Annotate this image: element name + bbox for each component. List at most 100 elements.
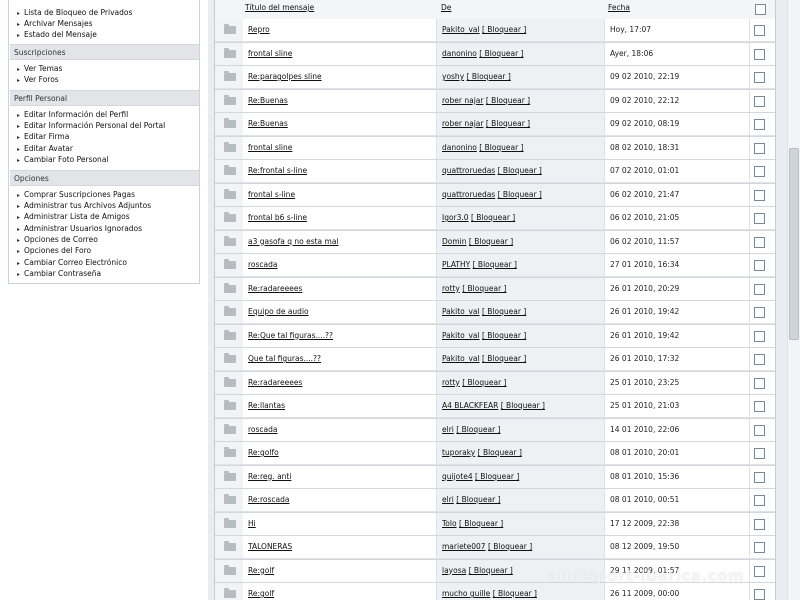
sender-link[interactable]: layosa xyxy=(442,566,466,575)
message-subject-link[interactable]: Re:golf xyxy=(248,566,274,575)
block-sender-link[interactable]: [ Bloquear ] xyxy=(498,166,542,175)
message-subject-link[interactable]: TALONERAS xyxy=(248,542,292,551)
sender-link[interactable]: elri xyxy=(442,425,454,434)
sender-link[interactable]: elri xyxy=(442,495,454,504)
menu-item-change-password[interactable]: ▸ Cambiar Contraseña xyxy=(17,268,101,279)
column-header-subject[interactable]: Título del mensaje xyxy=(245,3,314,12)
message-subject-link[interactable]: Re:golfo xyxy=(248,448,279,457)
block-sender-link[interactable]: [ Bloquear ] xyxy=(482,25,526,34)
select-all-checkbox[interactable] xyxy=(755,4,766,15)
sender-link[interactable]: Domin xyxy=(442,237,467,246)
message-subject-link[interactable]: a3 gasofa q no esta mal xyxy=(248,237,339,246)
message-checkbox[interactable] xyxy=(754,142,765,154)
message-checkbox[interactable] xyxy=(754,471,765,483)
sender-link[interactable]: quijote4 xyxy=(442,472,473,481)
message-checkbox[interactable] xyxy=(754,189,765,201)
sender-link[interactable]: rober najar xyxy=(442,119,483,128)
message-subject-link[interactable]: Hi xyxy=(248,519,256,528)
sender-link[interactable]: danonino xyxy=(442,49,477,58)
message-checkbox[interactable] xyxy=(754,589,765,600)
message-subject-link[interactable]: frontal s-line xyxy=(248,190,295,199)
block-sender-link[interactable]: [ Bloquear ] xyxy=(471,213,515,222)
message-subject-link[interactable]: Equipo de audio xyxy=(248,307,309,316)
message-subject-link[interactable]: Re:llantas xyxy=(248,401,285,410)
block-sender-link[interactable]: [ Bloquear ] xyxy=(488,542,532,551)
block-sender-link[interactable]: [ Bloquear ] xyxy=(462,378,506,387)
sender-link[interactable]: quattroruedas xyxy=(442,166,495,175)
menu-item-edit-signature[interactable]: ▸ Editar Firma xyxy=(17,131,69,142)
message-subject-link[interactable]: Re:reg. anti xyxy=(248,472,291,481)
menu-item-edit-profile[interactable]: ▸ Editar Información del Perfil xyxy=(17,109,128,120)
menu-item-view-forums[interactable]: ▸ Ver Foros xyxy=(17,74,59,85)
message-checkbox[interactable] xyxy=(754,330,765,342)
message-subject-link[interactable]: Re:radareeees xyxy=(248,284,302,293)
message-checkbox[interactable] xyxy=(754,354,765,365)
block-sender-link[interactable]: [ Bloquear ] xyxy=(467,72,511,81)
message-checkbox[interactable] xyxy=(754,307,765,318)
menu-item-edit-portal-info[interactable]: ▸ Editar Información Personal del Portal xyxy=(17,120,165,131)
menu-item-change-email[interactable]: ▸ Cambiar Correo Electrónico xyxy=(17,257,127,268)
block-sender-link[interactable]: [ Bloquear ] xyxy=(478,448,522,457)
menu-item-ignored-users[interactable]: ▸ Administrar Usuarios Ignorados xyxy=(17,223,142,234)
sender-link[interactable]: Pakito_val xyxy=(442,354,480,363)
page-scrollbar[interactable] xyxy=(787,0,800,600)
message-subject-link[interactable]: Re:Buenas xyxy=(248,119,288,128)
block-sender-link[interactable]: [ Bloquear ] xyxy=(482,354,526,363)
menu-item-edit-avatar[interactable]: ▸ Editar Avatar xyxy=(17,143,73,154)
block-sender-link[interactable]: [ Bloquear ] xyxy=(473,260,517,269)
block-sender-link[interactable]: [ Bloquear ] xyxy=(456,495,500,504)
block-sender-link[interactable]: [ Bloquear ] xyxy=(498,190,542,199)
block-sender-link[interactable]: [ Bloquear ] xyxy=(482,331,526,340)
message-checkbox[interactable] xyxy=(754,213,765,224)
message-checkbox[interactable] xyxy=(754,236,765,248)
block-sender-link[interactable]: [ Bloquear ] xyxy=(486,96,530,105)
message-subject-link[interactable]: Re:paragolpes sline xyxy=(248,72,322,81)
message-checkbox[interactable] xyxy=(754,166,765,177)
sender-link[interactable]: Tolo xyxy=(442,519,457,528)
sender-link[interactable]: tuporaky xyxy=(442,448,475,457)
sender-link[interactable]: Pakito_val xyxy=(442,25,480,34)
message-subject-link[interactable]: Re:Que tal figuras....?? xyxy=(248,331,333,340)
message-subject-link[interactable]: Re:golf xyxy=(248,589,274,598)
menu-item-archive[interactable]: ▸ Archivar Mensajes xyxy=(17,18,92,29)
message-checkbox[interactable] xyxy=(754,401,765,412)
menu-item-block-list[interactable]: ▸ Lista de Bloqueo de Privados xyxy=(17,7,132,18)
menu-item-message-status[interactable]: ▸ Estado del Mensaje xyxy=(17,29,97,40)
message-subject-link[interactable]: frontal b6 s-line xyxy=(248,213,307,222)
message-subject-link[interactable]: Que tal figuras....?? xyxy=(248,354,321,363)
sender-link[interactable]: PLATHY xyxy=(442,260,470,269)
sender-link[interactable]: danonino xyxy=(442,143,477,152)
block-sender-link[interactable]: [ Bloquear ] xyxy=(459,519,503,528)
sender-link[interactable]: yoshy xyxy=(442,72,464,81)
block-sender-link[interactable]: [ Bloquear ] xyxy=(462,284,506,293)
block-sender-link[interactable]: [ Bloquear ] xyxy=(479,49,523,58)
message-checkbox[interactable] xyxy=(754,72,765,83)
message-checkbox[interactable] xyxy=(754,48,765,60)
block-sender-link[interactable]: [ Bloquear ] xyxy=(475,472,519,481)
block-sender-link[interactable]: [ Bloquear ] xyxy=(469,566,513,575)
message-checkbox[interactable] xyxy=(754,377,765,389)
menu-item-attachments[interactable]: ▸ Administrar tus Archivos Adjuntos xyxy=(17,200,151,211)
message-checkbox[interactable] xyxy=(754,283,765,295)
block-sender-link[interactable]: [ Bloquear ] xyxy=(482,307,526,316)
message-checkbox[interactable] xyxy=(754,424,765,436)
block-sender-link[interactable]: [ Bloquear ] xyxy=(486,119,530,128)
block-sender-link[interactable]: [ Bloquear ] xyxy=(501,401,545,410)
sender-link[interactable]: Igor3.0 xyxy=(442,213,469,222)
message-subject-link[interactable]: Re:frontal s-line xyxy=(248,166,307,175)
block-sender-link[interactable]: [ Bloquear ] xyxy=(493,589,537,598)
message-checkbox[interactable] xyxy=(754,260,765,271)
message-checkbox[interactable] xyxy=(754,95,765,107)
message-subject-link[interactable]: roscada xyxy=(248,425,278,434)
message-checkbox[interactable] xyxy=(754,448,765,459)
menu-item-friends[interactable]: ▸ Administrar Lista de Amigos xyxy=(17,211,130,222)
message-subject-link[interactable]: roscada xyxy=(248,260,278,269)
message-checkbox[interactable] xyxy=(754,565,765,577)
message-subject-link[interactable]: Repro xyxy=(248,25,270,34)
block-sender-link[interactable]: [ Bloquear ] xyxy=(479,143,523,152)
block-sender-link[interactable]: [ Bloquear ] xyxy=(469,237,513,246)
menu-item-mail-options[interactable]: ▸ Opciones de Correo xyxy=(17,234,98,245)
sender-link[interactable]: Pakito_val xyxy=(442,307,480,316)
message-checkbox[interactable] xyxy=(754,25,765,36)
message-checkbox[interactable] xyxy=(754,542,765,553)
